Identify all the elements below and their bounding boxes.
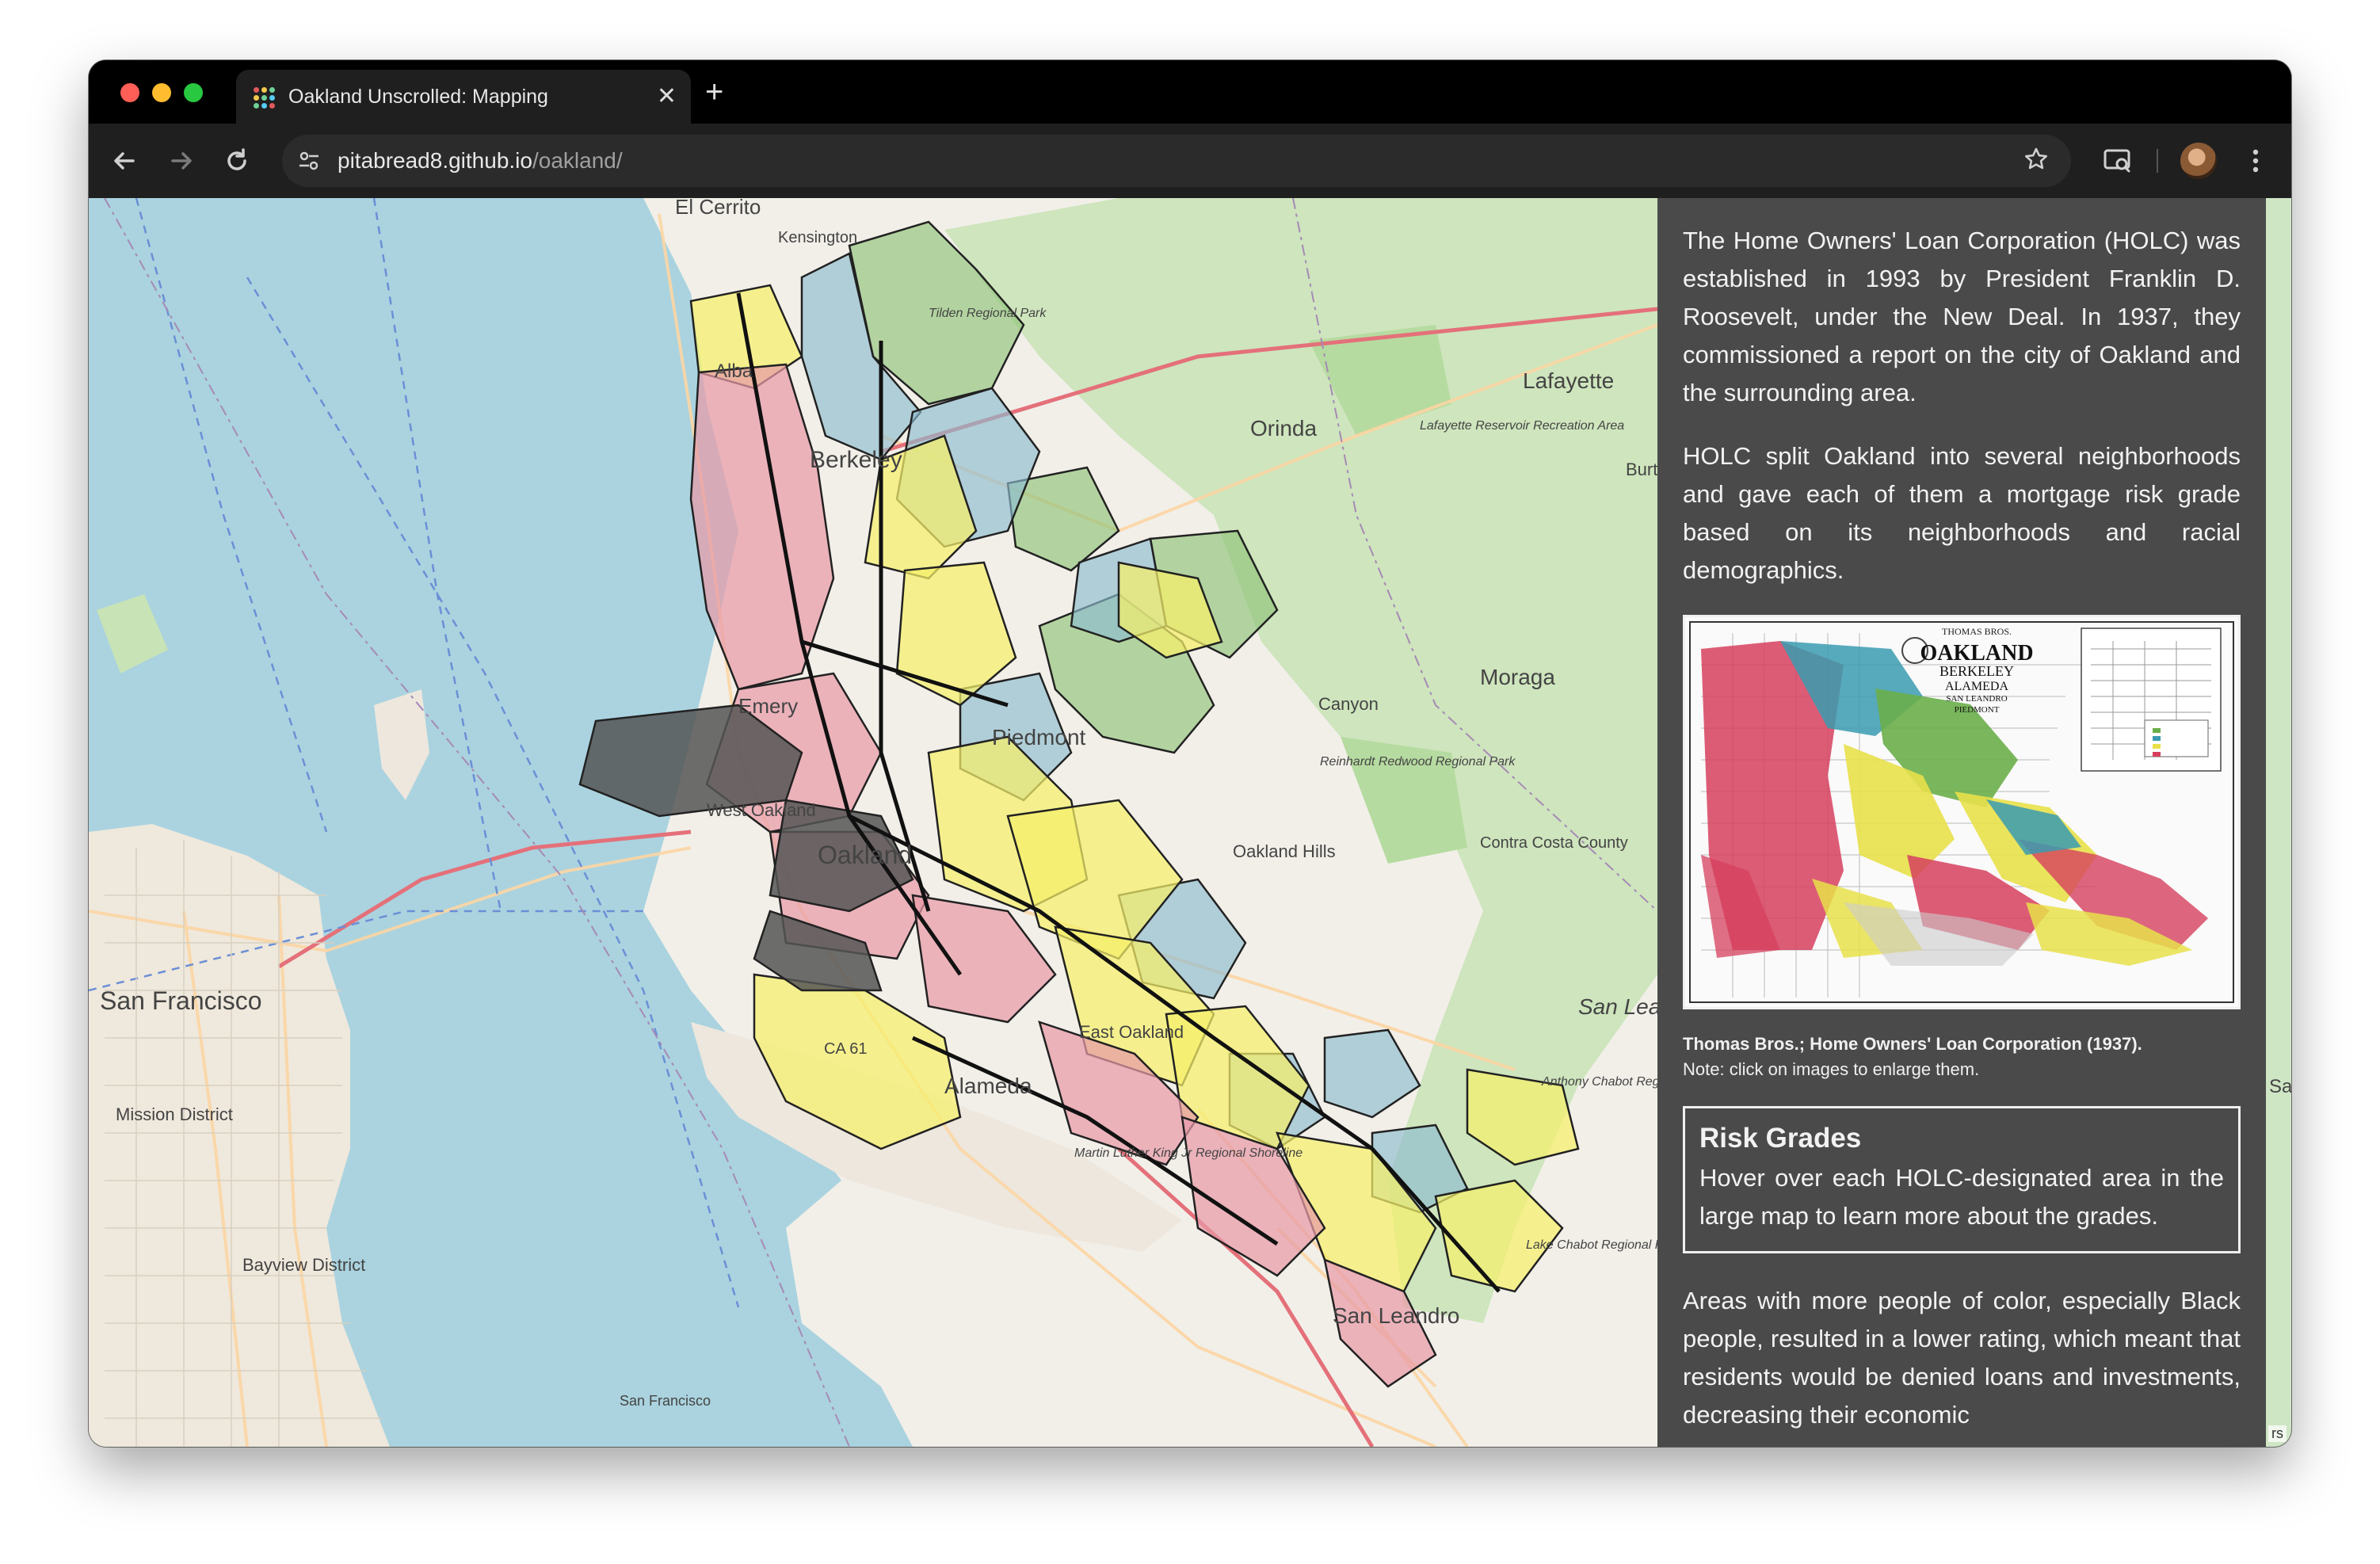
park-sf-hills: [97, 594, 168, 673]
treasure-island: [374, 689, 429, 800]
map-attribution[interactable]: rs: [2268, 1425, 2287, 1442]
thumbnail-subtitle1: BERKELEY: [1939, 663, 2014, 679]
holc-paragraph: HOLC split Oakland into several neighbor…: [1683, 442, 2241, 584]
label-san-francisco-water: San Francisco: [620, 1393, 711, 1409]
label-lafayette: Lafayette: [1523, 368, 1614, 393]
label-bayview-district: Bayview District: [242, 1255, 365, 1275]
label-contra-costa-county: Contra Costa County: [1480, 834, 1628, 852]
label-kensington: Kensington: [778, 229, 857, 246]
fullscreen-window-button[interactable]: [184, 83, 203, 102]
thumbnail-publisher: THOMAS BROS.: [1942, 626, 2012, 637]
label-sa: Sa: [2269, 1076, 2291, 1097]
redline-map-thumbnail: THOMAS BROS. OAKLAND BERKELEY ALAMEDA SA…: [1685, 617, 2238, 1007]
page-content: El Cerrito Kensington Alba Berkeley Emer…: [89, 198, 2291, 1447]
profile-avatar[interactable]: [2180, 143, 2217, 179]
label-lafayette-reservoir: Lafayette Reservoir Recreation Area: [1420, 419, 1624, 433]
browser-window: Oakland Unscrolled: Mapping ✕ + pitabrea…: [89, 60, 2291, 1447]
thumbnail-subtitle4: PIEDMONT: [1955, 705, 2000, 715]
label-west-oakland: West Oakland: [707, 800, 816, 820]
cast-search-icon[interactable]: [2100, 143, 2136, 179]
label-tilden: Tilden Regional Park: [929, 307, 1047, 320]
label-san-leandro: San Leandro: [1333, 1303, 1459, 1328]
label-oakland-hills: Oakland Hills: [1233, 841, 1336, 861]
thumbnail-subtitle3: SAN LEANDRO: [1946, 694, 2007, 704]
tab-oakland-unscrolled[interactable]: Oakland Unscrolled: Mapping ✕: [236, 70, 691, 124]
thumbnail-subtitle2: ALAMEDA: [1945, 680, 2008, 693]
label-alameda: Alameda: [944, 1074, 1032, 1098]
risk-grades-title: Risk Grades: [1699, 1123, 1862, 1154]
label-oakland: Oakland: [818, 841, 912, 869]
label-albany: Alba: [715, 360, 753, 382]
label-san-francisco: San Francisco: [100, 986, 262, 1015]
label-mission-district: Mission District: [116, 1104, 233, 1124]
risk-grades-text: Hover over each HOLC-designated area in …: [1699, 1164, 2224, 1230]
label-east-oakland: East Oakland: [1079, 1022, 1184, 1042]
url-host: pitabread8.github.io: [338, 148, 532, 173]
toolbar-divider: [2157, 149, 2158, 173]
close-tab-icon[interactable]: ✕: [657, 82, 677, 111]
tab-title: Oakland Unscrolled: Mapping: [288, 86, 548, 108]
label-ca61-shield: CA 61: [824, 1040, 867, 1058]
kebab-menu-icon[interactable]: [2237, 143, 2274, 179]
label-mlk-shoreline: Martin Luther King Jr Regional Shoreline: [1074, 1146, 1303, 1160]
back-arrow-icon[interactable]: [106, 143, 143, 179]
label-canyon: Canyon: [1318, 694, 1379, 714]
forward-arrow-icon[interactable]: [163, 143, 200, 179]
url-text: pitabread8.github.io/oakland/: [338, 148, 623, 174]
tab-strip: Oakland Unscrolled: Mapping ✕ +: [89, 60, 2291, 124]
figure-caption: Thomas Bros.; Home Owners' Loan Corporat…: [1683, 1032, 2241, 1082]
bookmark-star-icon[interactable]: [2022, 144, 2050, 185]
intro-paragraph: The Home Owners' Loan Corporation (HOLC)…: [1683, 227, 2241, 406]
map-right-edge: rs Sa: [2266, 198, 2291, 1447]
site-favicon-icon: [254, 87, 276, 109]
address-bar[interactable]: pitabread8.github.io/oakland/: [282, 135, 2071, 187]
label-burt: Burt: [1626, 460, 1657, 479]
minimize-window-button[interactable]: [152, 83, 171, 102]
story-sidebar: The Home Owners' Loan Corporation (HOLC)…: [1657, 198, 2266, 1447]
demographics-paragraph: Areas with more people of color, especia…: [1683, 1287, 2241, 1429]
label-moraga: Moraga: [1480, 665, 1555, 689]
label-orinda: Orinda: [1250, 416, 1317, 441]
redline-map-image[interactable]: THOMAS BROS. OAKLAND BERKELEY ALAMEDA SA…: [1683, 615, 2241, 1009]
label-emeryville: Emery: [738, 694, 798, 718]
browser-toolbar: pitabread8.github.io/oakland/: [89, 124, 2291, 198]
risk-grades-box: Risk Grades Hover over each HOLC-designa…: [1683, 1106, 2241, 1253]
caption-source: Thomas Bros.; Home Owners' Loan Corporat…: [1683, 1034, 2142, 1054]
site-settings-icon[interactable]: [296, 148, 322, 174]
url-path: /oakland/: [532, 148, 623, 173]
reload-icon[interactable]: [219, 143, 255, 179]
new-tab-button[interactable]: +: [705, 74, 723, 109]
label-reinhardt-park: Reinhardt Redwood Regional Park: [1320, 755, 1516, 769]
label-berkeley: Berkeley: [810, 447, 902, 473]
label-piedmont: Piedmont: [992, 725, 1086, 750]
label-el-cerrito: El Cerrito: [675, 198, 761, 219]
caption-note: Note: click on images to enlarge them.: [1683, 1059, 1980, 1079]
thumbnail-title: OAKLAND: [1920, 641, 2033, 666]
close-window-button[interactable]: [120, 83, 139, 102]
